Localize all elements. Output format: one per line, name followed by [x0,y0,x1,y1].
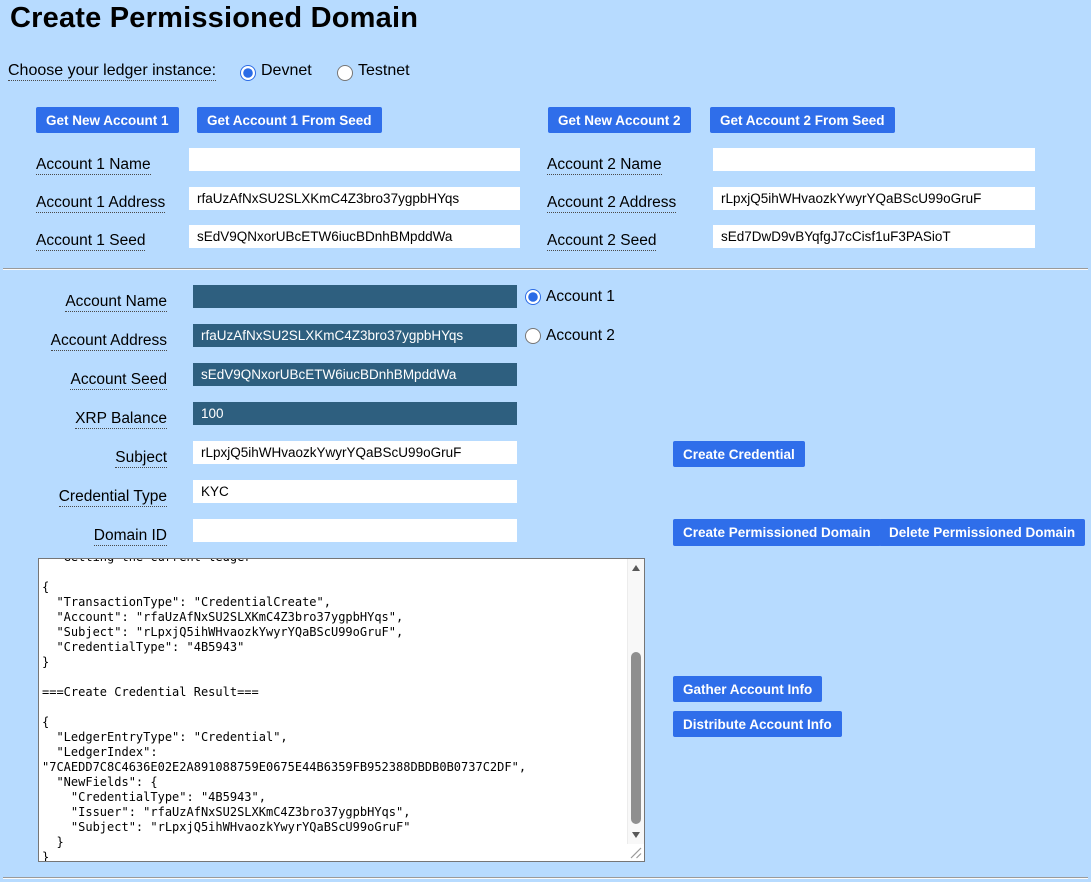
account-2-seed-input[interactable] [713,225,1035,248]
account-2-select-label: Account 2 [546,327,615,345]
ledger-instance-label: Choose your ledger instance: [8,62,216,80]
scroll-down-icon[interactable] [632,832,640,838]
account-2-seed-label: Account 2 Seed [547,232,656,250]
devnet-radio-label: Devnet [261,62,312,80]
get-account-2-from-seed-button[interactable]: Get Account 2 From Seed [710,107,895,133]
get-new-account-2-button[interactable]: Get New Account 2 [548,107,691,133]
account-1-seed-label: Account 1 Seed [36,232,145,250]
account-1-select-label: Account 1 [546,288,615,306]
account-1-address-input[interactable] [189,187,520,210]
subject-label: Subject [0,449,167,467]
delete-permissioned-domain-button[interactable]: Delete Permissioned Domain [879,519,1085,546]
create-permissioned-domain-button[interactable]: Create Permissioned Domain [673,519,881,546]
page-title: Create Permissioned Domain [10,2,418,35]
credential-type-input[interactable] [193,480,517,503]
account-name-input[interactable] [193,285,517,308]
account-name-label: Account Name [0,293,167,311]
xrp-balance-input[interactable] [193,402,517,425]
gather-account-info-button[interactable]: Gather Account Info [673,676,822,702]
account-2-address-label: Account 2 Address [547,194,676,212]
domain-id-label: Domain ID [0,527,167,545]
get-account-1-from-seed-button[interactable]: Get Account 1 From Seed [197,107,382,133]
section-divider [3,268,1088,270]
results-textarea[interactable]: ===Getting the current ledger=== { "Tran… [38,558,645,862]
account-address-input[interactable] [193,324,517,347]
account-2-address-input[interactable] [713,187,1035,210]
resize-grip-icon[interactable] [627,844,643,860]
devnet-radio[interactable] [240,65,256,81]
scrollbar-thumb[interactable] [631,652,641,824]
testnet-radio-label: Testnet [358,62,410,80]
bottom-divider [3,877,1088,879]
account-2-name-label: Account 2 Name [547,156,662,174]
account-1-seed-input[interactable] [189,225,520,248]
account-seed-label: Account Seed [0,371,167,389]
account-seed-input[interactable] [193,363,517,386]
account-1-address-label: Account 1 Address [36,194,165,212]
distribute-account-info-button[interactable]: Distribute Account Info [673,711,842,737]
create-credential-button[interactable]: Create Credential [673,441,805,467]
domain-id-input[interactable] [193,519,517,542]
get-new-account-1-button[interactable]: Get New Account 1 [36,107,179,133]
account-2-name-input[interactable] [713,148,1035,171]
create-permissioned-domain-page: Create Permissioned Domain Choose your l… [0,0,1091,882]
results-text: ===Getting the current ledger=== { "Tran… [42,558,526,862]
scrollbar[interactable] [627,559,644,844]
account-1-name-input[interactable] [189,148,520,171]
account-address-label: Account Address [0,332,167,350]
testnet-radio[interactable] [337,65,353,81]
account-1-name-label: Account 1 Name [36,156,151,174]
account-2-select-radio[interactable] [525,328,541,344]
scroll-up-icon[interactable] [632,565,640,571]
xrp-balance-label: XRP Balance [0,410,167,428]
account-1-select-radio[interactable] [525,289,541,305]
subject-input[interactable] [193,441,517,464]
credential-type-label: Credential Type [0,488,167,506]
